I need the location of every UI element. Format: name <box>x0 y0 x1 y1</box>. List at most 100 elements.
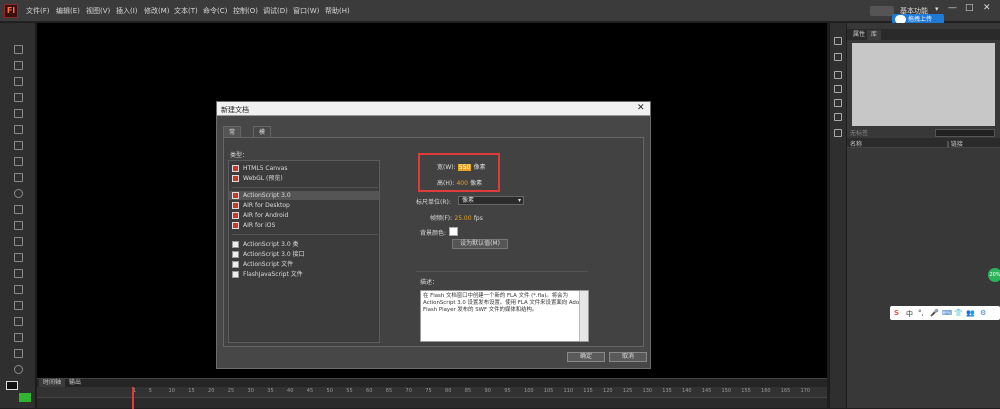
tab-properties[interactable]: 属性 <box>849 30 869 40</box>
menu-file[interactable]: 文件(F) <box>26 6 50 16</box>
tab-library[interactable]: 库 <box>867 30 882 40</box>
text-tool-icon[interactable] <box>14 141 23 150</box>
description-scrollbar[interactable] <box>579 291 588 341</box>
tools-panel <box>0 23 36 408</box>
pencil-tool-icon[interactable] <box>14 205 23 214</box>
skin-icon[interactable]: 👕 <box>954 309 963 317</box>
list-item[interactable]: ActionScript 3.0 接口 <box>229 250 379 259</box>
list-item[interactable]: HTML5 Canvas <box>229 164 379 173</box>
brush-tool-icon[interactable] <box>14 221 23 230</box>
network-speed-badge[interactable]: 20% <box>988 268 1000 282</box>
menu-help[interactable]: 帮助(H) <box>325 6 350 16</box>
tab-templates[interactable]: 模板 <box>253 126 272 147</box>
bg-color-swatch[interactable] <box>449 227 458 236</box>
brush-alt-tool-icon[interactable] <box>14 237 23 246</box>
sogou-icon[interactable]: S <box>894 309 899 317</box>
oval-tool-icon[interactable] <box>14 189 23 198</box>
library-search-input[interactable] <box>935 129 995 137</box>
document-type-list[interactable]: HTML5 Canvas WebGL (预览) ActionScript 3.0… <box>228 160 380 343</box>
air-android-file-icon <box>232 212 239 219</box>
minimize-button[interactable]: — <box>948 3 957 13</box>
fill-color-swatch[interactable] <box>19 393 31 402</box>
menu-modify[interactable]: 修改(M) <box>144 6 170 16</box>
width-label: 宽(W): <box>437 164 456 171</box>
line-tool-icon[interactable] <box>14 157 23 166</box>
components-panel-icon[interactable] <box>834 129 842 137</box>
menu-text[interactable]: 文本(T) <box>174 6 198 16</box>
info-panel-icon[interactable] <box>834 99 842 107</box>
frame-ruler[interactable]: 1 5 10 15 20 25 30 35 40 45 50 55 60 65 70 75 80 85 90 95 10… <box>37 387 827 398</box>
chinese-mode-icon[interactable]: 中 <box>906 309 913 319</box>
tab-general[interactable]: 常规 <box>223 126 242 147</box>
bone-tool-icon[interactable] <box>14 253 23 262</box>
menu-control[interactable]: 控制(O) <box>233 6 258 16</box>
fps-input[interactable]: 25.00 <box>454 215 471 222</box>
list-item[interactable]: AIR for Desktop <box>229 201 379 210</box>
close-button[interactable]: ✕ <box>983 3 991 13</box>
cancel-button[interactable]: 取消 <box>609 352 647 362</box>
make-default-button[interactable]: 设为默认值(M) <box>452 239 508 249</box>
ink-bottle-tool-icon[interactable] <box>14 285 23 294</box>
hand-tool-icon[interactable] <box>14 349 23 358</box>
dialog-titlebar[interactable]: 新建文档 ✕ <box>217 102 650 116</box>
selection-tool-icon[interactable] <box>14 45 23 54</box>
workspace-sync-icon[interactable] <box>870 6 894 16</box>
menu-command[interactable]: 命令(C) <box>203 6 227 16</box>
zoom-tool-icon[interactable] <box>14 365 23 374</box>
chevron-down-icon[interactable]: ▾ <box>935 5 939 13</box>
frame-number: 10 <box>168 388 175 394</box>
tab-timeline[interactable]: 时间轴 <box>39 379 66 387</box>
ruler-units-select[interactable]: 像素 ▾ <box>458 196 524 205</box>
frame-number: 80 <box>445 388 452 394</box>
grid-panel-icon[interactable] <box>834 85 842 93</box>
as-interface-file-icon <box>232 251 239 258</box>
maximize-button[interactable]: □ <box>965 3 974 13</box>
menu-window[interactable]: 窗口(W) <box>293 6 319 16</box>
settings-icon[interactable]: ⚙ <box>980 309 986 317</box>
ok-button[interactable]: 确定 <box>567 352 605 362</box>
list-item[interactable]: AIR for Android <box>229 211 379 220</box>
dialog-close-button[interactable]: ✕ <box>637 103 645 113</box>
menu-insert[interactable]: 插入(I) <box>116 6 138 16</box>
list-item[interactable]: AIR for iOS <box>229 221 379 230</box>
frame-number: 120 <box>603 388 613 394</box>
keyboard-icon[interactable]: ⌨ <box>942 309 952 317</box>
menu-view[interactable]: 视图(V) <box>86 6 110 16</box>
align-panel-icon[interactable] <box>834 71 842 79</box>
width-tool-icon[interactable] <box>14 333 23 342</box>
pen-tool-icon[interactable] <box>14 125 23 134</box>
list-item[interactable]: WebGL (预览) <box>229 174 379 183</box>
lasso-tool-icon[interactable] <box>14 109 23 118</box>
transform-tool-icon[interactable] <box>14 77 23 86</box>
column-name[interactable]: 名称 <box>850 139 862 148</box>
frame-number: 25 <box>227 388 235 394</box>
list-item[interactable]: ActionScript 3.0 类 <box>229 240 379 249</box>
color-panel-icon[interactable] <box>834 37 842 45</box>
list-item[interactable]: ActionScript 3.0 <box>229 191 379 200</box>
voice-icon[interactable]: 🎤 <box>930 309 939 317</box>
menu-edit[interactable]: 编辑(E) <box>56 6 80 16</box>
list-item[interactable]: FlashJavaScript 文件 <box>229 270 379 279</box>
playhead[interactable] <box>132 387 134 409</box>
tab-output[interactable]: 输出 <box>65 379 85 387</box>
paint-bucket-tool-icon[interactable] <box>14 269 23 278</box>
html5-file-icon <box>232 165 239 172</box>
swatches-panel-icon[interactable] <box>834 53 842 61</box>
eyedropper-tool-icon[interactable] <box>14 301 23 310</box>
subselection-tool-icon[interactable] <box>14 61 23 70</box>
frame-number: 130 <box>642 388 653 394</box>
height-input[interactable]: 400 <box>456 180 467 187</box>
eraser-tool-icon[interactable] <box>14 317 23 326</box>
stroke-color-swatch[interactable] <box>6 381 18 390</box>
column-linkage[interactable]: | 链接 <box>947 139 963 148</box>
width-input[interactable]: 550 <box>457 164 472 171</box>
user-icon[interactable]: 👥 <box>966 309 975 317</box>
frame-number: 135 <box>662 388 672 394</box>
rectangle-tool-icon[interactable] <box>14 173 23 182</box>
description-textarea[interactable]: 在 Flash 文档窗口中创建一个新的 FLA 文件 (*.fla)。将会为 A… <box>420 290 589 342</box>
menu-debug[interactable]: 调试(D) <box>263 6 288 16</box>
list-item[interactable]: ActionScript 文件 <box>229 260 379 269</box>
punctuation-icon[interactable]: °, <box>918 309 924 317</box>
transform-panel-icon[interactable] <box>834 113 842 121</box>
3d-rotation-tool-icon[interactable] <box>14 93 23 102</box>
